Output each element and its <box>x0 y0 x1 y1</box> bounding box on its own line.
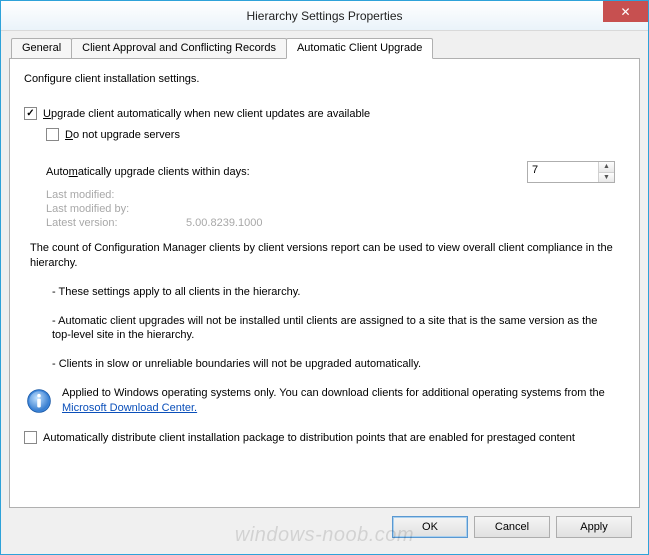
tab-panel: Configure client installation settings. … <box>9 58 640 508</box>
cancel-button[interactable]: Cancel <box>474 516 550 538</box>
days-value[interactable]: 7 <box>528 162 598 182</box>
compliance-note: The count of Configuration Manager clien… <box>30 241 619 271</box>
meta-block: Last modified: Last modified by: Latest … <box>46 189 625 229</box>
info-icon <box>26 388 52 417</box>
no-servers-checkbox[interactable] <box>46 128 59 141</box>
tab-general[interactable]: General <box>11 38 72 58</box>
upgrade-auto-row: Upgrade client automatically when new cl… <box>24 107 625 120</box>
no-servers-row: Do not upgrade servers <box>46 128 625 141</box>
days-label: Automatically upgrade clients within day… <box>46 166 250 178</box>
last-modified-by-label: Last modified by: <box>46 203 186 215</box>
info-row: Applied to Windows operating systems onl… <box>26 386 619 417</box>
window-title: Hierarchy Settings Properties <box>1 9 648 23</box>
spinner-down-icon[interactable]: ▼ <box>599 172 614 183</box>
ok-button[interactable]: OK <box>392 516 468 538</box>
info-text: Applied to Windows operating systems onl… <box>62 386 619 416</box>
tabstrip: General Client Approval and Conflicting … <box>11 37 640 58</box>
apply-button[interactable]: Apply <box>556 516 632 538</box>
tab-automatic-client-upgrade[interactable]: Automatic Client Upgrade <box>286 38 433 59</box>
days-spinner[interactable]: 7 ▲ ▼ <box>527 161 615 183</box>
download-center-link[interactable]: Microsoft Download Center. <box>62 402 197 414</box>
content-area: General Client Approval and Conflicting … <box>1 31 648 554</box>
tab-client-approval[interactable]: Client Approval and Conflicting Records <box>71 38 287 58</box>
dialog-window: Hierarchy Settings Properties ✕ General … <box>0 0 649 555</box>
close-icon: ✕ <box>620 5 630 19</box>
prestaged-checkbox[interactable] <box>24 431 37 444</box>
prestaged-label: Automatically distribute client installa… <box>43 432 575 444</box>
button-row: OK Cancel Apply <box>9 508 640 546</box>
days-row: Automatically upgrade clients within day… <box>46 161 625 183</box>
bullet-item: - Automatic client upgrades will not be … <box>52 314 615 344</box>
latest-version-value: 5.00.8239.1000 <box>186 217 262 229</box>
last-modified-label: Last modified: <box>46 189 186 201</box>
no-servers-label: Do not upgrade servers <box>65 129 180 141</box>
upgrade-auto-checkbox[interactable] <box>24 107 37 120</box>
bullet-item: - These settings apply to all clients in… <box>52 285 615 300</box>
spinner-arrows: ▲ ▼ <box>598 162 614 182</box>
titlebar: Hierarchy Settings Properties ✕ <box>1 1 648 31</box>
spinner-up-icon[interactable]: ▲ <box>599 162 614 172</box>
intro-text: Configure client installation settings. <box>24 73 625 85</box>
close-button[interactable]: ✕ <box>603 1 648 22</box>
bullet-item: - Clients in slow or unreliable boundari… <box>52 357 615 372</box>
latest-version-label: Latest version: <box>46 217 186 229</box>
prestaged-row: Automatically distribute client installa… <box>24 431 625 444</box>
bullet-list: - These settings apply to all clients in… <box>52 285 615 372</box>
upgrade-auto-label: Upgrade client automatically when new cl… <box>43 108 370 120</box>
